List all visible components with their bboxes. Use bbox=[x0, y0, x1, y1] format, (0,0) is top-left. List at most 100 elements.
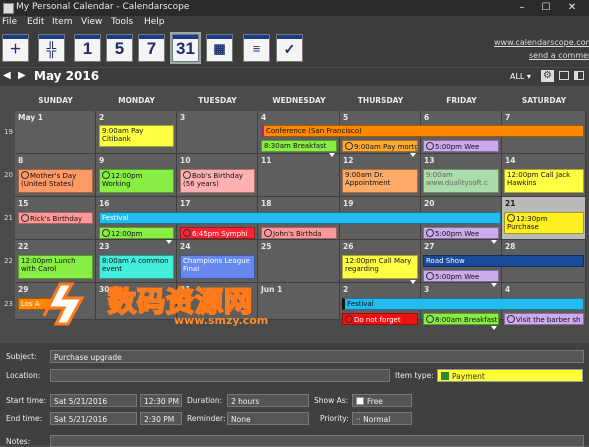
year-view-button[interactable]: ▦ bbox=[206, 34, 233, 62]
calendar-event[interactable]: Road Show bbox=[423, 255, 584, 267]
minimize-button[interactable]: – bbox=[510, 0, 534, 16]
new-item-button[interactable]: ＋ bbox=[2, 34, 29, 62]
calendar-event[interactable]: Bob's Birthday (56 years) bbox=[180, 169, 255, 193]
more-events-icon[interactable] bbox=[166, 240, 172, 244]
date-number[interactable]: 3 bbox=[180, 113, 185, 122]
date-number[interactable]: 10 bbox=[180, 156, 190, 165]
next-month-icon[interactable]: ▶ bbox=[18, 70, 26, 81]
previous-month-icon[interactable]: ◀ bbox=[3, 70, 11, 81]
date-number[interactable]: 18 bbox=[261, 199, 271, 208]
start-time-field[interactable]: 12:30 PM bbox=[140, 394, 182, 407]
tasks-view-button[interactable]: ✓ bbox=[276, 34, 303, 62]
date-number[interactable]: 20 bbox=[424, 199, 434, 208]
location-field[interactable] bbox=[50, 369, 390, 382]
date-number[interactable]: 4 bbox=[261, 113, 266, 122]
duration-field[interactable]: 2 hours bbox=[227, 394, 309, 407]
calendar-event[interactable]: Do not forget bbox=[342, 313, 418, 325]
calendar-event[interactable]: John's Birthda bbox=[261, 227, 337, 239]
date-number[interactable]: 3 bbox=[424, 285, 429, 294]
date-number[interactable]: May 1 bbox=[18, 113, 43, 122]
menu-file[interactable]: File bbox=[2, 17, 17, 27]
menu-view[interactable]: View bbox=[81, 17, 102, 27]
calendar-event[interactable]: 12:00pm bbox=[99, 227, 174, 239]
site-link[interactable]: www.calendarscope.com bbox=[494, 38, 589, 47]
more-events-icon[interactable] bbox=[410, 153, 416, 157]
close-button[interactable]: ✕ bbox=[560, 0, 584, 16]
more-events-icon[interactable] bbox=[491, 283, 497, 287]
send-comment-link[interactable]: send a comment bbox=[529, 51, 589, 60]
calendar-event[interactable]: 12:30pm Purchase bbox=[504, 212, 584, 234]
calendar-event[interactable]: Visit the barber sh bbox=[504, 313, 584, 325]
maximize-button[interactable]: ☐ bbox=[534, 0, 558, 16]
start-date-field[interactable]: Sat 5/21/2016 bbox=[50, 394, 137, 407]
day-view-button[interactable]: 1 bbox=[74, 34, 101, 62]
date-number[interactable]: 11 bbox=[261, 156, 271, 165]
date-number[interactable]: 17 bbox=[180, 199, 190, 208]
date-number[interactable]: 16 bbox=[99, 199, 109, 208]
date-number[interactable]: 21 bbox=[505, 199, 515, 208]
calendar-event[interactable]: 5:00pm Wee bbox=[423, 227, 499, 239]
date-number[interactable]: 9 bbox=[99, 156, 104, 165]
more-events-icon[interactable] bbox=[491, 326, 497, 330]
calendar-event[interactable]: Festival bbox=[99, 212, 501, 224]
calendar-event[interactable]: 9:00am Pay mortga bbox=[342, 140, 418, 152]
filter-dropdown[interactable]: ALL ▾ bbox=[510, 72, 531, 81]
date-number[interactable]: 14 bbox=[505, 156, 515, 165]
date-number[interactable]: 22 bbox=[18, 242, 28, 251]
menu-tools[interactable]: Tools bbox=[111, 17, 133, 27]
calendar-event[interactable]: 9:00am Pay Citibank bbox=[99, 125, 174, 147]
date-number[interactable]: 12 bbox=[343, 156, 353, 165]
more-events-icon[interactable] bbox=[491, 240, 497, 244]
date-number[interactable]: 2 bbox=[99, 113, 104, 122]
date-number[interactable]: 13 bbox=[424, 156, 434, 165]
date-number[interactable]: 19 bbox=[343, 199, 353, 208]
end-date-field[interactable]: Sat 5/21/2016 bbox=[50, 412, 137, 425]
more-events-icon[interactable] bbox=[329, 153, 335, 157]
day-cell[interactable] bbox=[177, 111, 258, 154]
date-number[interactable]: 28 bbox=[505, 242, 515, 251]
calendar-event[interactable]: Rick's Birthday bbox=[18, 212, 93, 224]
date-number[interactable]: 29 bbox=[18, 285, 28, 294]
date-number[interactable]: 25 bbox=[261, 242, 271, 251]
date-number[interactable]: 6 bbox=[424, 113, 429, 122]
calendar-event[interactable]: 9:00am Dr. Appointment bbox=[342, 169, 418, 193]
date-number[interactable]: 24 bbox=[180, 242, 190, 251]
date-number[interactable]: 15 bbox=[18, 199, 28, 208]
date-number[interactable]: 8 bbox=[18, 156, 23, 165]
split-pane-icon[interactable] bbox=[574, 71, 584, 80]
item-type-dropdown[interactable]: Payment bbox=[437, 369, 583, 382]
week-number[interactable]: 19 bbox=[4, 128, 13, 136]
calendar-event[interactable]: 5:00pm Wee bbox=[423, 140, 499, 152]
calendar-event[interactable]: 12:00pm Call Mary regarding bbox=[342, 255, 418, 279]
menu-help[interactable]: Help bbox=[144, 17, 165, 27]
subject-field[interactable]: Purchase upgrade bbox=[50, 350, 584, 363]
reminder-field[interactable]: None bbox=[227, 412, 309, 425]
calendar-event[interactable]: Festival bbox=[342, 298, 584, 310]
view-pane-icon[interactable] bbox=[559, 71, 569, 80]
calendar-event[interactable]: Mother's Day (United States) bbox=[18, 169, 93, 193]
date-number[interactable]: 23 bbox=[99, 242, 109, 251]
list-view-button[interactable]: ≡ bbox=[243, 34, 270, 62]
calendar-event[interactable]: 9:00am www.dualitysoft.c bbox=[423, 169, 499, 193]
month-view-button[interactable]: 31 bbox=[170, 32, 201, 64]
calendar-event[interactable]: 6:45pm Symphi bbox=[180, 227, 255, 239]
date-number[interactable]: 4 bbox=[505, 285, 510, 294]
calendar-event[interactable]: 8:30am Breakfast bbox=[261, 140, 337, 152]
date-number[interactable]: 7 bbox=[505, 113, 510, 122]
week-view-button[interactable]: 7 bbox=[138, 34, 165, 62]
date-number[interactable]: 2 bbox=[343, 285, 348, 294]
work-week-view-button[interactable]: 5 bbox=[106, 34, 133, 62]
calendar-event[interactable]: 5:00pm Wee bbox=[423, 270, 499, 282]
calendar-event[interactable]: Conference (San Francisco) bbox=[261, 125, 584, 137]
week-number[interactable]: 22 bbox=[4, 257, 13, 265]
settings-gear-icon[interactable]: ⚙ bbox=[541, 70, 554, 82]
week-number[interactable]: 20 bbox=[4, 171, 13, 179]
calendar-event[interactable]: 12:00pm Call Jack Hawkins bbox=[504, 169, 584, 193]
show-as-dropdown[interactable]: Free bbox=[352, 394, 412, 407]
calendar-grid-button[interactable]: ╬ bbox=[38, 34, 65, 62]
menu-edit[interactable]: Edit bbox=[27, 17, 44, 27]
more-events-icon[interactable] bbox=[410, 280, 416, 284]
date-number[interactable]: 5 bbox=[343, 113, 348, 122]
notes-field[interactable] bbox=[50, 435, 584, 447]
calendar-event[interactable]: 12:00pm Working bbox=[99, 169, 174, 193]
